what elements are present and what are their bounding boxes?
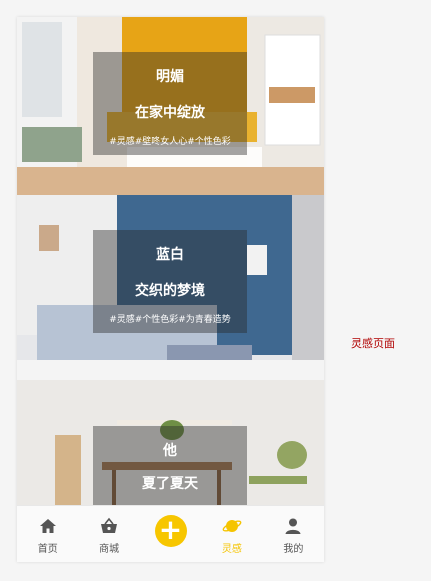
basket-icon — [101, 517, 118, 533]
card-2-overlay: 蓝白 交织的梦境 #灵感#个性色彩#为青春造势 — [93, 230, 247, 333]
card-1-title: 明媚 — [156, 69, 184, 85]
card-3-subtitle: 夏了夏天 — [142, 476, 198, 492]
card-3-overlay: 他 夏了夏天 — [93, 426, 247, 506]
tab-inspiration-label: 灵感 — [221, 544, 242, 555]
card-2-title: 蓝白 — [156, 247, 184, 263]
planet-icon — [222, 520, 242, 532]
tab-home-label: 首页 — [37, 544, 58, 555]
card-2-tags: #灵感#个性色彩#为青春造势 — [109, 315, 231, 325]
inspiration-card-2[interactable]: 蓝白 交织的梦境 #灵感#个性色彩#为青春造势 — [17, 195, 324, 380]
card-1-tags: #灵感#壁咚女人心#个性色彩 — [109, 137, 231, 147]
tab-mine[interactable]: 我的 — [263, 506, 324, 562]
tab-shop[interactable]: 商城 — [78, 506, 139, 562]
tab-inspiration[interactable]: 灵感 — [201, 506, 262, 562]
card-1-subtitle: 在家中绽放 — [135, 105, 205, 121]
plus-icon: + — [154, 515, 187, 547]
tab-mine-label: 我的 — [283, 544, 304, 555]
phone-screen: 明媚 在家中绽放 #灵感#壁咚女人心#个性色彩 蓝白 交织的梦境 #灵感#个性色… — [17, 17, 324, 562]
person-icon — [285, 518, 301, 534]
tab-home[interactable]: 首页 — [17, 506, 78, 562]
card-3-title: 他 — [163, 443, 177, 459]
card-1-overlay: 明媚 在家中绽放 #灵感#壁咚女人心#个性色彩 — [93, 52, 247, 155]
tab-add[interactable]: + — [140, 506, 201, 562]
bottom-tab-bar: 首页 商城 + 灵感 我的 — [17, 505, 324, 562]
inspiration-card-1[interactable]: 明媚 在家中绽放 #灵感#壁咚女人心#个性色彩 — [17, 17, 324, 202]
page-label: 灵感页面 — [351, 337, 395, 350]
home-icon — [39, 519, 56, 533]
tab-shop-label: 商城 — [99, 544, 120, 555]
card-2-subtitle: 交织的梦境 — [135, 283, 205, 299]
